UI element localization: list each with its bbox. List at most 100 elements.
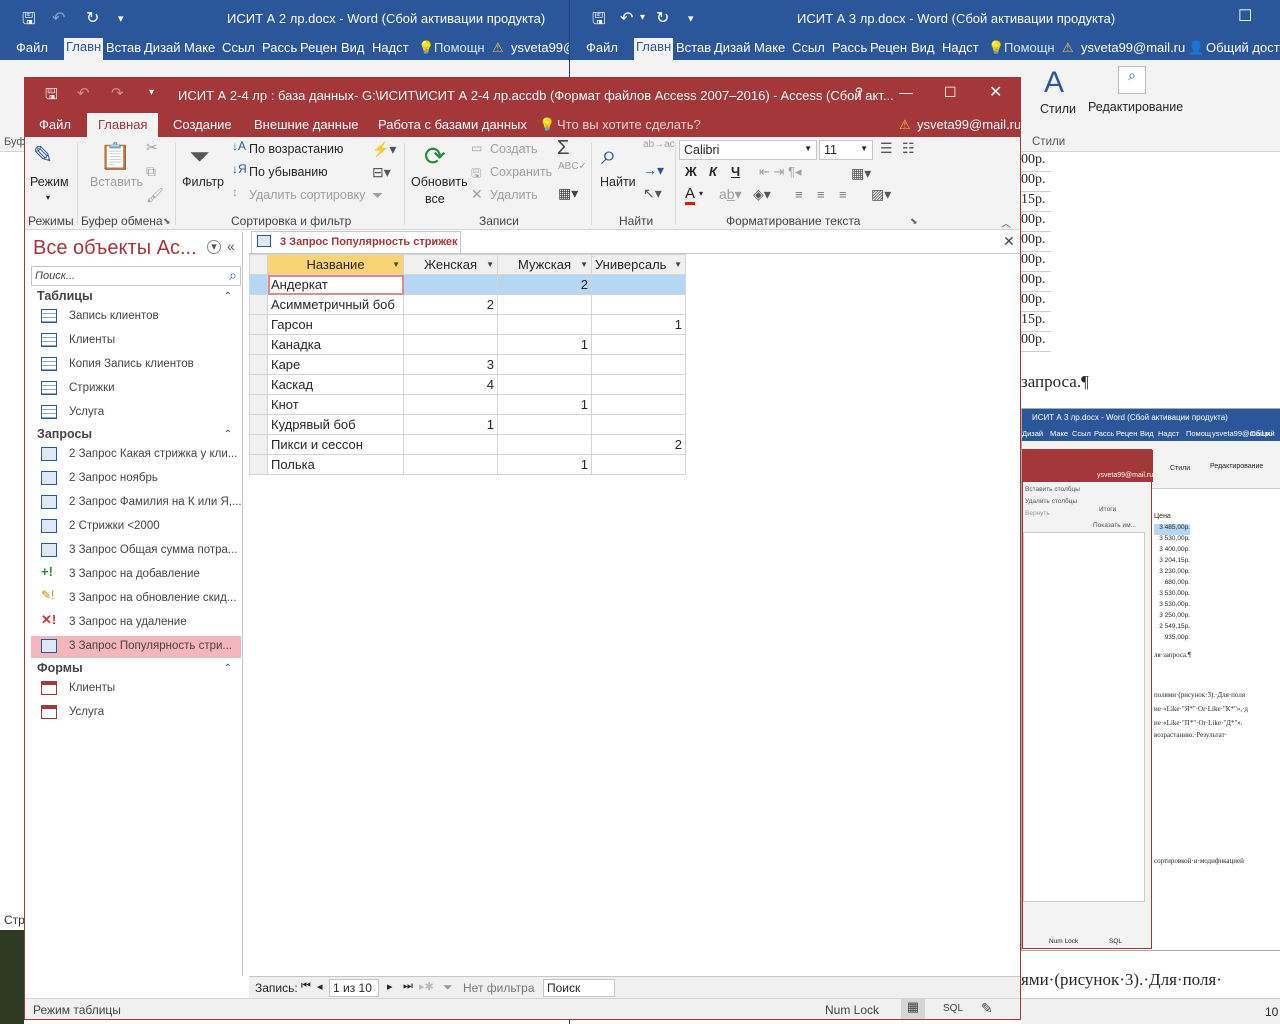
cell-count[interactable] [403, 274, 498, 295]
prev-record-icon[interactable]: ◂ [317, 980, 323, 993]
table-row[interactable]: Гарсон 1 [249, 314, 686, 335]
word-right-tab-view[interactable]: Вид [911, 40, 935, 55]
word-right-styles[interactable]: Стили [1040, 102, 1076, 116]
table-row[interactable]: Канадка 1 [249, 334, 686, 355]
undo-dropdown-icon[interactable]: ▾ [640, 12, 645, 23]
search-icon[interactable]: ⌕ [229, 267, 237, 284]
goto-icon[interactable]: →▾ [643, 162, 664, 179]
cell-count[interactable] [591, 274, 686, 295]
collapse-pane-icon[interactable]: « [227, 238, 235, 254]
search-icon[interactable]: ⌕ [1118, 66, 1146, 94]
qat-menu-icon[interactable]: ▾ [688, 12, 694, 25]
row-selector[interactable] [249, 394, 268, 415]
find-icon[interactable]: ⌕ [601, 139, 617, 172]
save-record-icon[interactable]: 🖫 [471, 164, 481, 185]
word-right-tab-insert[interactable]: Встав [676, 40, 711, 55]
word-right-tab-addins[interactable]: Надст [942, 40, 979, 55]
underline-button[interactable]: Ч [731, 164, 740, 179]
spelling-icon[interactable]: ABC✓ [558, 161, 587, 172]
new-record-icon[interactable]: ▸✱ [419, 980, 434, 993]
table-row[interactable]: Полька 1 [249, 454, 686, 475]
tab-home[interactable]: Главная [87, 113, 159, 137]
row-selector[interactable] [249, 294, 268, 315]
cell-count[interactable] [591, 354, 686, 375]
record-position-input[interactable]: 1 из 10 [329, 979, 379, 997]
cell-count[interactable]: 3 [403, 354, 498, 375]
cell-name[interactable]: Андеркат [267, 274, 404, 295]
align-center-icon[interactable]: ≡ [817, 187, 825, 202]
sort-descending-button[interactable]: По убыванию [249, 165, 328, 179]
refresh-icon[interactable]: ⟳ [424, 141, 446, 172]
column-header-female[interactable]: Женская ▼ [403, 254, 498, 275]
column-header-universal[interactable]: Универсаль ▼ [591, 254, 686, 275]
qat-menu-icon[interactable]: ▾ [149, 87, 154, 98]
save-icon[interactable]: 🖫 [592, 8, 606, 35]
paste-button[interactable]: Вставить [90, 175, 143, 189]
tab-file[interactable]: Файл [39, 117, 71, 132]
undo-icon[interactable]: ↶ [77, 84, 90, 102]
find-button[interactable]: Найти [600, 175, 636, 189]
collapse-ribbon-icon[interactable]: ︿ [1001, 215, 1011, 230]
highlight-icon[interactable]: ab̲▾ [719, 186, 742, 203]
new-record-icon[interactable]: ▭ [471, 141, 482, 155]
indent-icon[interactable]: ⇤ ⇥ ¶◂ [759, 164, 802, 180]
font-color-icon[interactable]: A [685, 185, 696, 205]
last-record-icon[interactable]: ⏭ [403, 980, 413, 993]
nav-form-usluga[interactable]: Услуга [31, 702, 241, 724]
cell-count[interactable] [497, 374, 592, 395]
cell-count[interactable] [591, 294, 686, 315]
maximize-icon[interactable]: ☐ [1238, 6, 1252, 26]
design-view-icon[interactable]: ✎ [981, 1000, 993, 1017]
nav-table-klienty[interactable]: Клиенты [31, 330, 241, 352]
filter-icon[interactable]: ⏷ [189, 141, 210, 173]
chevron-down-icon[interactable]: ▼ [392, 260, 400, 269]
collapse-section-icon[interactable]: ⌃ [224, 291, 232, 302]
first-record-icon[interactable]: ⏮ [301, 980, 311, 993]
word-left-tab-mail[interactable]: Рассь [262, 40, 297, 55]
align-left-icon[interactable]: ≡ [795, 187, 803, 202]
cell-count[interactable] [403, 434, 498, 455]
dialog-launcher-icon[interactable]: ⬊ [910, 216, 918, 227]
chevron-down-icon[interactable]: ▼ [674, 260, 682, 269]
bullets-icon[interactable]: ☰ [880, 140, 893, 157]
fill-color-icon[interactable]: ◈▾ [753, 186, 771, 203]
font-name-select[interactable]: Calibri ▼ [679, 140, 817, 160]
cut-icon[interactable]: ✂ [146, 139, 158, 156]
next-record-icon[interactable]: ▸ [387, 980, 393, 993]
format-painter-icon[interactable]: 🖌 [146, 187, 164, 204]
column-header-name[interactable]: Название ▼ [267, 254, 404, 275]
word-right-user[interactable]: ysveta99@mail.ru [1081, 40, 1185, 55]
row-selector[interactable] [249, 454, 268, 475]
nav-header[interactable]: Все объекты Ac... [33, 237, 197, 260]
word-right-tab-file[interactable]: Файл [586, 40, 618, 55]
dialog-launcher-icon[interactable]: ⬊ [163, 216, 171, 227]
cell-count[interactable] [497, 294, 592, 315]
user-account[interactable]: ysveta99@mail.ru [917, 117, 1020, 132]
cell-count[interactable]: 1 [403, 414, 498, 435]
cell-count[interactable]: 2 [403, 294, 498, 315]
table-row[interactable]: Кнот 1 [249, 394, 686, 415]
filter-button[interactable]: Фильтр [182, 175, 224, 189]
nav-section-forms[interactable]: Формы [37, 661, 83, 675]
filter-icon[interactable]: ⏷ [443, 980, 453, 995]
chevron-down-icon[interactable]: ▾ [46, 193, 50, 202]
nav-table-strizhki[interactable]: Стрижки [31, 378, 241, 400]
cell-name[interactable]: Полька [267, 454, 404, 475]
alt-row-color-icon[interactable]: ▨▾ [871, 186, 891, 203]
cell-count[interactable] [497, 354, 592, 375]
redo-icon[interactable]: ↻ [656, 8, 669, 28]
chevron-down-icon[interactable]: ▼ [486, 260, 494, 269]
maximize-icon[interactable]: ☐ [944, 84, 957, 101]
cell-name[interactable]: Гарсон [267, 314, 404, 335]
sql-view-button[interactable]: SQL [943, 1003, 963, 1014]
cell-count[interactable] [497, 434, 592, 455]
save-icon[interactable]: 🖫 [22, 8, 36, 35]
nav-query-2[interactable]: 2 Запрос ноябрь [31, 468, 241, 490]
remove-sort-button[interactable]: Удалить сортировку [249, 188, 365, 202]
cell-name[interactable]: Кнот [267, 394, 404, 415]
row-selector[interactable] [249, 434, 268, 455]
word-left-tab-file[interactable]: Файл [16, 40, 48, 55]
word-left-user[interactable]: ysveta99@ [511, 40, 569, 55]
zoom-value[interactable]: 10 [1265, 1005, 1278, 1019]
row-selector[interactable] [249, 314, 268, 335]
